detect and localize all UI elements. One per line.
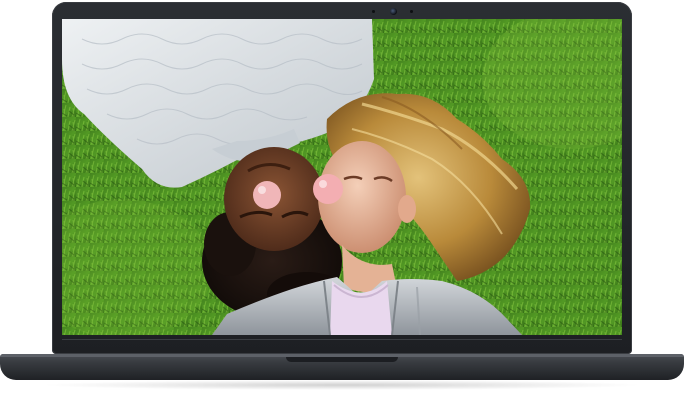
bubble-gum <box>313 174 343 204</box>
shadow <box>40 380 644 390</box>
webcam-icon <box>390 8 397 15</box>
lid-opening-notch <box>286 357 398 362</box>
screen-photo <box>62 19 622 335</box>
sensor-dot <box>410 10 413 13</box>
product-image <box>0 0 684 402</box>
bubble-gum <box>253 181 281 209</box>
laptop-screen <box>62 19 622 335</box>
laptop <box>0 0 684 402</box>
bezel-divider <box>62 339 622 340</box>
sensor-dot <box>372 10 375 13</box>
